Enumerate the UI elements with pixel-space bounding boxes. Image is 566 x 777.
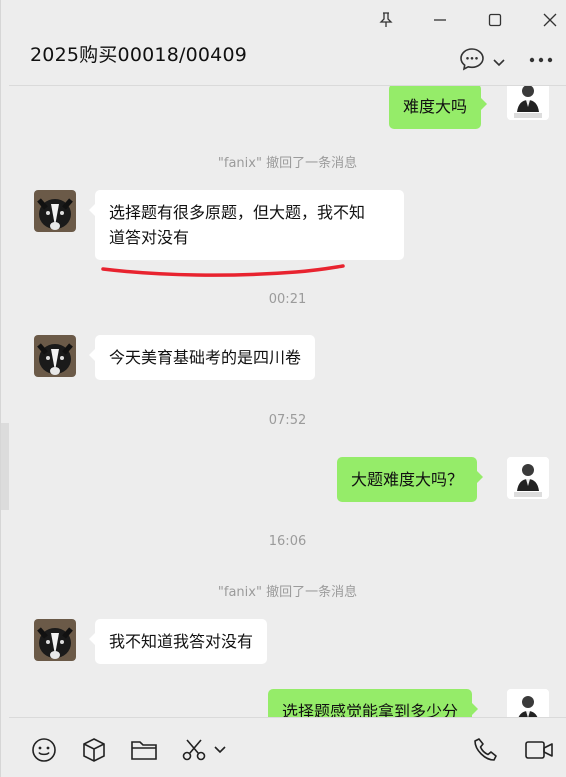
message-bubble[interactable]: 大题难度大吗？ (337, 457, 484, 502)
message-bubble[interactable]: 我不知道我答对没有 (88, 619, 268, 664)
sticker-box-icon[interactable] (80, 736, 108, 764)
maximize-icon[interactable] (483, 8, 507, 32)
title-bar: 2025购买00018/00409 (9, 0, 566, 86)
chevron-down-icon[interactable] (212, 736, 228, 764)
more-icon[interactable] (529, 57, 553, 63)
self-avatar[interactable] (507, 689, 549, 717)
contact-avatar[interactable] (34, 619, 76, 661)
message-text-line: 选择题有很多原题，但大题，我不知 (109, 203, 366, 222)
message-text: 我不知道我答对没有 (109, 632, 254, 651)
phone-icon[interactable] (472, 736, 500, 764)
pin-icon[interactable] (374, 8, 398, 32)
recall-notice: "fanix" 撤回了一条消息 (217, 585, 358, 600)
self-avatar[interactable] (507, 86, 549, 120)
contact-avatar[interactable] (34, 190, 76, 232)
message-text-line: 道答对没有 (109, 228, 190, 247)
video-call-icon[interactable] (523, 736, 555, 764)
minimize-icon[interactable] (428, 8, 452, 32)
timestamp: 00:21 (268, 292, 307, 307)
message-list[interactable]: 难度大吗 "fanix" 撤回了一条消息 选择题有很多原题，但大题，我不知 道答… (9, 86, 566, 717)
chat-bubble-icon (459, 47, 485, 75)
contact-avatar[interactable] (34, 335, 76, 377)
message-text: 今天美育基础考的是四川卷 (109, 348, 302, 367)
chat-options-button[interactable] (459, 47, 505, 75)
message-bubble[interactable]: 选择题有很多原题，但大题，我不知 道答对没有 (89, 190, 404, 260)
folder-icon[interactable] (130, 736, 158, 764)
left-pane-edge (1, 423, 9, 510)
emoji-icon[interactable] (30, 736, 58, 764)
chevron-down-icon (493, 52, 505, 71)
message-text: 难度大吗 (403, 97, 468, 116)
chat-title: 2025购买00018/00409 (30, 44, 248, 66)
message-text: 选择题感觉能拿到多少分 (282, 702, 459, 717)
message-bubble[interactable]: 今天美育基础考的是四川卷 (88, 335, 316, 380)
input-toolbar (9, 717, 566, 777)
chat-window: 2025购买00018/00409 难度大吗 "fanix" 撤回了一条消息 选… (0, 0, 566, 777)
self-avatar[interactable] (507, 457, 549, 499)
close-icon[interactable] (538, 8, 562, 32)
timestamp: 07:52 (268, 413, 307, 428)
message-bubble[interactable]: 选择题感觉能拿到多少分 (268, 689, 479, 717)
message-bubble[interactable]: 难度大吗 (389, 86, 488, 129)
scissors-icon[interactable] (180, 736, 208, 764)
message-text: 大题难度大吗？ (351, 470, 464, 489)
timestamp: 16:06 (268, 534, 307, 549)
recall-notice: "fanix" 撤回了一条消息 (217, 156, 358, 171)
red-underline-annotation (101, 264, 345, 277)
